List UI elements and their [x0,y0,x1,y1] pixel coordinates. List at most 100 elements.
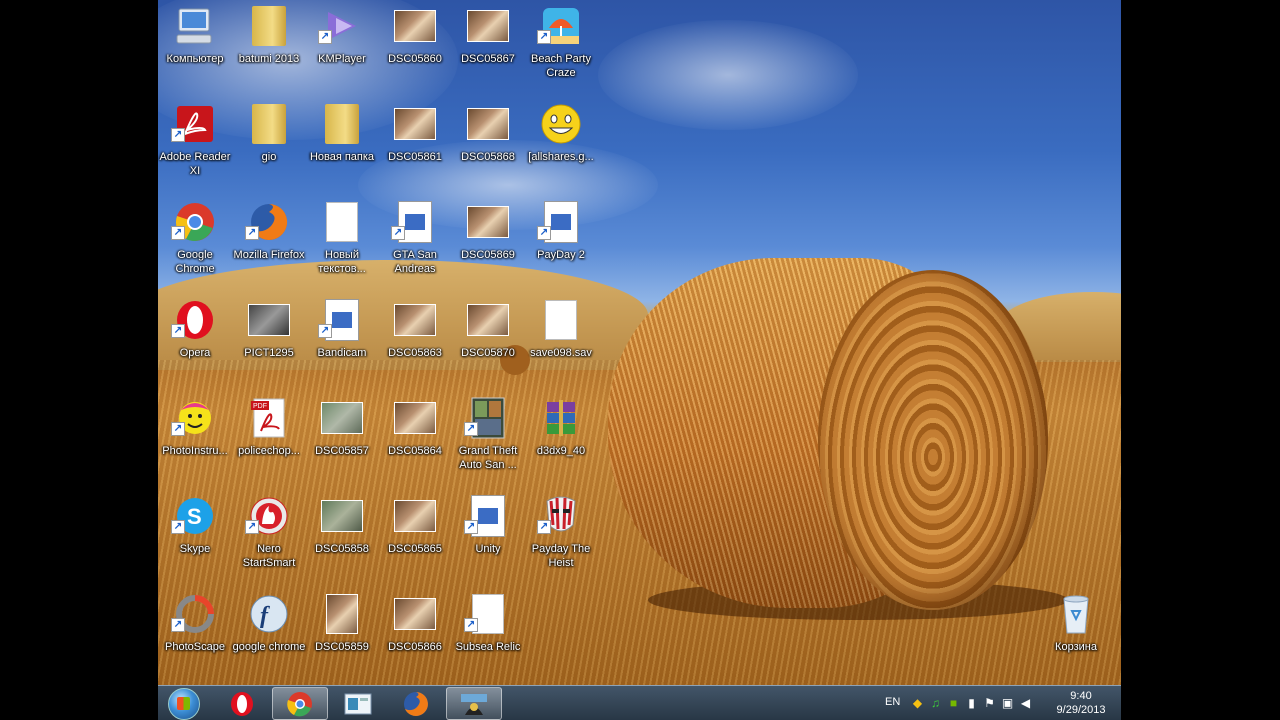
icon-label: PICT1295 [244,347,294,359]
desktop-icon-kmplayer[interactable]: ↗ KMPlayer [305,0,379,96]
desktop-icon-dsc05869[interactable]: DSC05869 [451,196,525,292]
desktop-icon-google-chrome[interactable]: ↗ Google Chrome [158,196,232,292]
desktop-icon-photoscape[interactable]: ↗ PhotoScape [158,588,232,684]
icon-label: Mozilla Firefox [233,249,305,261]
desktop-icon-nero-startsmart[interactable]: ↗ Nero StartSmart [232,490,306,586]
photo-icon [320,494,364,538]
desktop-icon-dsc05865[interactable]: DSC05865 [378,490,452,586]
icon-label: Grand Theft Auto San ... [458,445,518,471]
icon-label: policechop... [238,445,300,457]
icon-label: DSC05860 [388,53,442,65]
icon-label: DSC05865 [388,543,442,555]
clock-time: 9:40 [1070,690,1092,702]
taskbar-button-bandicam[interactable] [446,687,502,720]
shortcut-arrow-icon: ↗ [171,226,185,240]
desktop-icon-recycle-bin[interactable]: Корзина [1039,588,1113,684]
icon-label: Корзина [1055,641,1097,653]
desktop-icon-d3dx9-40[interactable]: d3dx9_40 [524,392,598,488]
taskbar-button-chrome[interactable] [272,687,328,720]
chrome-icon [287,691,312,716]
desktop-icon-unity[interactable]: ↗ Unity [451,490,525,586]
cloud [598,20,858,130]
desktop-icon-dsc05858[interactable]: DSC05858 [305,490,379,586]
svg-text:S: S [187,504,202,529]
desktop-icon-dsc05861[interactable]: DSC05861 [378,98,452,194]
desktop-icon-new-text-document[interactable]: Новый текстов... [305,196,379,292]
photo-icon [466,4,510,48]
flash-icon: f [247,592,291,636]
taskbar-button-opera[interactable] [214,687,270,720]
desktop-icon-gta[interactable]: ↗ Grand Theft Auto San ... [451,392,525,488]
notification-app-icon[interactable]: ◆ [911,697,924,710]
icon-label: DSC05861 [388,151,442,163]
desktop-icon-subsea-relic[interactable]: ↗ Subsea Relic [451,588,525,684]
hay-bale [608,250,1068,620]
desktop-icon-save098[interactable]: save098.sav [524,294,598,390]
taskbar-button-window[interactable] [330,687,386,720]
desktop-icon-dsc05859[interactable]: DSC05859 [305,588,379,684]
smiley-icon [539,102,583,146]
signal-icon[interactable]: ▮ [965,697,978,710]
desktop-icon-beach-party-craze[interactable]: ↗ Beach Party Craze [524,0,598,96]
shortcut-arrow-icon: ↗ [318,324,332,338]
clock[interactable]: 9:40 9/29/2013 [1051,689,1111,717]
desktop-icon-google-chrome-flash[interactable]: f google chrome [232,588,306,684]
icon-label: DSC05867 [461,53,515,65]
start-button[interactable] [162,686,206,720]
desktop-icon-batumi-2013[interactable]: batumi 2013 [232,0,306,96]
desktop-icon-bandicam[interactable]: ↗ Bandicam [305,294,379,390]
desktop-icon-pict1295[interactable]: PICT1295 [232,294,306,390]
icon-label: DSC05866 [388,641,442,653]
photo-icon [320,592,364,636]
shortcut-arrow-icon: ↗ [171,324,185,338]
icon-label: [allshares.g... [528,151,594,163]
desktop-icon-mozilla-firefox[interactable]: ↗ Mozilla Firefox [232,196,306,292]
desktop-icon-payday-2[interactable]: ↗ PayDay 2 [524,196,598,292]
shortcut-arrow-icon: ↗ [391,226,405,240]
desktop-icon-skype[interactable]: S ↗ Skype [158,490,232,586]
desktop-icon-policechop[interactable]: PDF policechop... [232,392,306,488]
firefox-icon [404,691,428,716]
icon-label: batumi 2013 [238,53,300,65]
desktop-icon-photoinstrument[interactable]: ↗ PhotoInstru... [158,392,232,488]
icon-label: google chrome [232,641,306,653]
shortcut-arrow-icon: ↗ [171,520,185,534]
shortcut-arrow-icon: ↗ [171,618,185,632]
volume-icon[interactable]: ◀ [1019,697,1032,710]
action-center-flag-icon[interactable]: ⚑ [983,697,996,710]
shortcut-arrow-icon: ↗ [464,618,478,632]
pdf-icon: PDF [247,396,291,440]
icon-label: Subsea Relic [455,641,521,653]
desktop-icon-computer[interactable]: Компьютер [158,0,232,96]
desktop-screen: Компьютер batumi 2013 ↗ KMPlayer DSC0586… [158,0,1121,720]
icon-label: Компьютер [166,53,224,65]
desktop-icon-dsc05870[interactable]: DSC05870 [451,294,525,390]
icon-label: KMPlayer [318,53,366,65]
taskbar-button-firefox[interactable] [388,687,444,720]
desktop-icon-gio[interactable]: gio [232,98,306,194]
nvidia-icon[interactable]: ■ [947,697,960,710]
shortcut-arrow-icon: ↗ [171,422,185,436]
shortcut-arrow-icon: ↗ [537,226,551,240]
desktop-icon-dsc05860[interactable]: DSC05860 [378,0,452,96]
desktop-icon-dsc05857[interactable]: DSC05857 [305,392,379,488]
desktop-icon-dsc05867[interactable]: DSC05867 [451,0,525,96]
winrar-icon [539,396,583,440]
desktop-icon-dsc05864[interactable]: DSC05864 [378,392,452,488]
icon-label: Новая папка [309,151,375,163]
desktop-icon-gta-san-andreas[interactable]: ↗ GTA San Andreas [378,196,452,292]
desktop-icon-dsc05868[interactable]: DSC05868 [451,98,525,194]
desktop-icon-new-folder[interactable]: Новая папка [305,98,379,194]
icon-label: GTA San Andreas [393,249,437,275]
desktop-icon-payday-the-heist[interactable]: ↗ Payday The Heist [524,490,598,586]
desktop-icon-allshares[interactable]: [allshares.g... [524,98,598,194]
desktop-icon-dsc05863[interactable]: DSC05863 [378,294,452,390]
shortcut-arrow-icon: ↗ [464,520,478,534]
utorrent-icon[interactable]: ♫ [929,697,942,710]
network-icon[interactable]: ▣ [1001,697,1014,710]
language-indicator[interactable]: EN [885,696,900,708]
desktop-icon-dsc05866[interactable]: DSC05866 [378,588,452,684]
desktop-icon-adobe-reader[interactable]: ↗ Adobe Reader XI [158,98,232,194]
desktop-icon-opera[interactable]: ↗ Opera [158,294,232,390]
photo-icon [393,102,437,146]
